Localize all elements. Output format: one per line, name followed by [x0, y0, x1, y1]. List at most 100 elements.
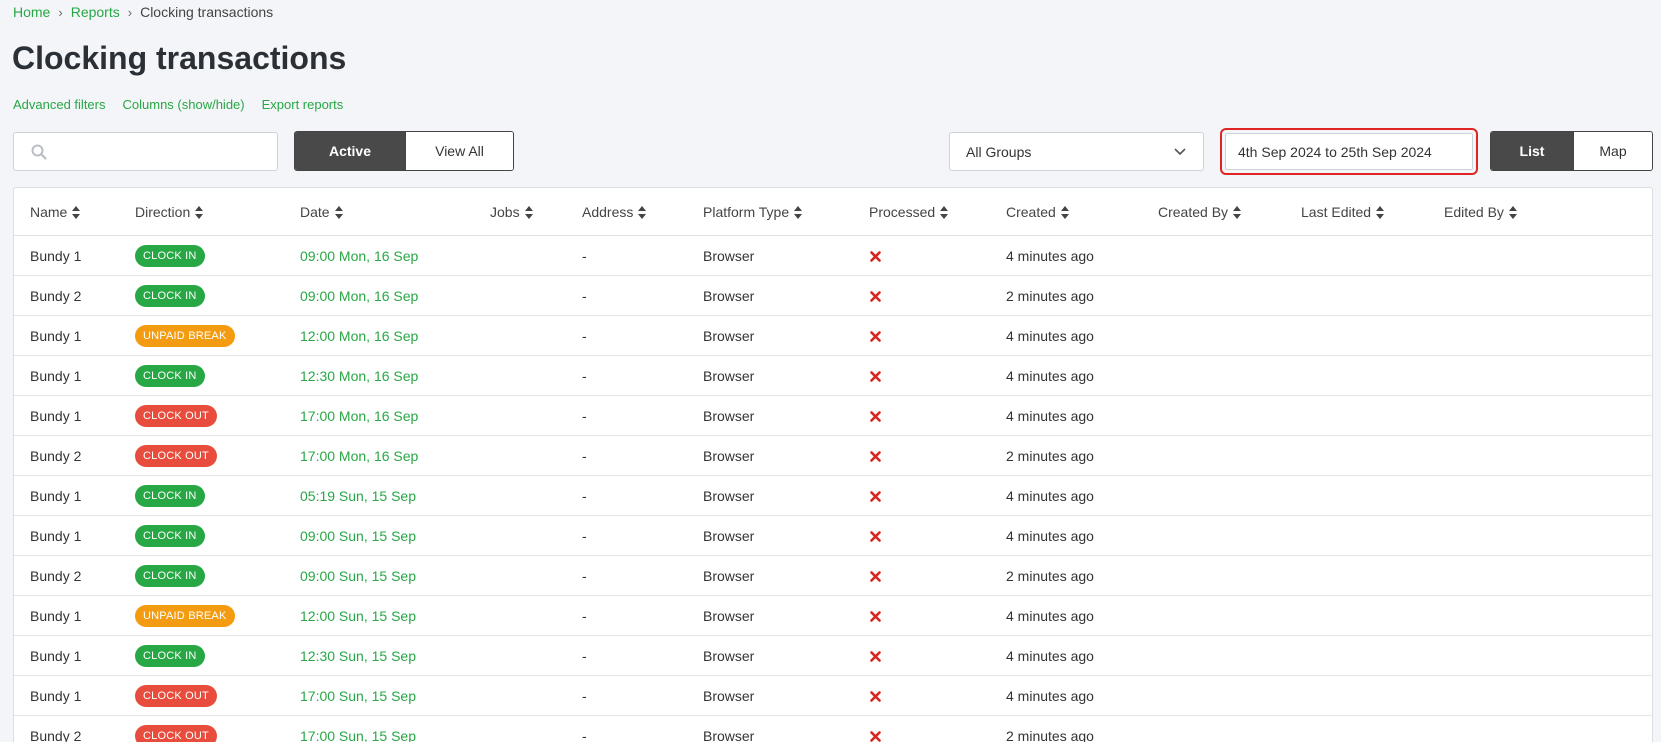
row-date-link[interactable]: 09:00 Mon, 16 Sep — [300, 236, 418, 276]
sort-icon — [334, 205, 343, 219]
breadcrumb-separator: › — [58, 4, 63, 20]
column-header-label: Address — [582, 204, 634, 220]
sort-icon — [1508, 205, 1517, 219]
row-date-link[interactable]: 12:00 Mon, 16 Sep — [300, 316, 418, 356]
table-row[interactable]: Bundy 2 CLOCK IN 09:00 Sun, 15 Sep - Browser… — [14, 556, 1652, 596]
advanced-filters-link[interactable]: Advanced filters — [13, 97, 106, 112]
column-header-last-edited[interactable]: Last Edited — [1301, 188, 1385, 236]
table-row[interactable]: Bundy 1 UNPAID BREAK 12:00 Sun, 15 Sep - Bro… — [14, 596, 1652, 636]
column-header-label: Name — [30, 204, 68, 220]
table-row[interactable]: Bundy 2 CLOCK OUT 17:00 Sun, 15 Sep - Browse… — [14, 716, 1652, 742]
row-address: - — [582, 648, 587, 664]
row-processed — [870, 556, 881, 596]
not-processed-icon — [870, 490, 881, 502]
column-header-direction[interactable]: Direction — [135, 188, 204, 236]
table-row[interactable]: Bundy 1 CLOCK IN 05:19 Sun, 15 Sep - Browser… — [14, 476, 1652, 516]
breadcrumb-reports-link[interactable]: Reports — [71, 4, 120, 20]
row-address: - — [582, 528, 587, 544]
not-processed-icon — [870, 570, 881, 582]
search-icon — [31, 144, 47, 160]
row-address: - — [582, 408, 587, 424]
list-view-button[interactable]: List — [1491, 132, 1573, 170]
breadcrumb-current: Clocking transactions — [140, 4, 274, 20]
table-row[interactable]: Bundy 1 CLOCK IN 12:30 Mon, 16 Sep - Browser… — [14, 356, 1652, 396]
table-row[interactable]: Bundy 1 CLOCK OUT 17:00 Mon, 16 Sep - Browse… — [14, 396, 1652, 436]
table-row[interactable]: Bundy 1 CLOCK OUT 17:00 Sun, 15 Sep - Browse… — [14, 676, 1652, 716]
date-range-input[interactable]: 4th Sep 2024 to 25th Sep 2024 — [1225, 133, 1473, 170]
sort-icon — [1060, 205, 1069, 219]
map-view-button[interactable]: Map — [1573, 132, 1652, 170]
row-date-link[interactable]: 09:00 Mon, 16 Sep — [300, 276, 418, 316]
column-header-address[interactable]: Address — [582, 188, 647, 236]
row-address: - — [582, 688, 587, 704]
row-name: Bundy 1 — [30, 528, 82, 544]
column-header-label: Last Edited — [1301, 204, 1372, 220]
not-processed-icon — [870, 250, 881, 262]
row-created: 4 minutes ago — [1006, 648, 1094, 664]
sort-icon — [638, 205, 647, 219]
row-processed — [870, 676, 881, 716]
column-header-platform-type[interactable]: Platform Type — [703, 188, 803, 236]
row-platform: Browser — [703, 288, 755, 304]
sort-icon — [794, 205, 803, 219]
search-input[interactable] — [13, 132, 278, 171]
direction-badge: CLOCK IN — [135, 365, 205, 387]
row-date-link[interactable]: 05:19 Sun, 15 Sep — [300, 476, 416, 516]
column-header-label: Platform Type — [703, 204, 790, 220]
row-date-link[interactable]: 09:00 Sun, 15 Sep — [300, 556, 416, 596]
direction-badge: CLOCK IN — [135, 525, 205, 547]
row-date-link[interactable]: 17:00 Mon, 16 Sep — [300, 396, 418, 436]
view-all-button[interactable]: View All — [405, 132, 513, 170]
not-processed-icon — [870, 370, 881, 382]
breadcrumb-home-link[interactable]: Home — [13, 4, 50, 20]
table-row[interactable]: Bundy 1 CLOCK IN 09:00 Sun, 15 Sep - Browser… — [14, 516, 1652, 556]
row-date-link[interactable]: 12:30 Mon, 16 Sep — [300, 356, 418, 396]
status-toggle: Active View All — [294, 131, 514, 171]
direction-badge: UNPAID BREAK — [135, 325, 235, 347]
row-processed — [870, 236, 881, 276]
columns-toggle-link[interactable]: Columns (show/hide) — [123, 97, 245, 112]
table-row[interactable]: Bundy 2 CLOCK OUT 17:00 Mon, 16 Sep - Browse… — [14, 436, 1652, 476]
row-address: - — [582, 608, 587, 624]
column-header-created[interactable]: Created — [1006, 188, 1069, 236]
view-toggle: List Map — [1490, 131, 1653, 171]
column-header-edited-by[interactable]: Edited By — [1444, 188, 1517, 236]
date-range-highlight: 4th Sep 2024 to 25th Sep 2024 — [1220, 128, 1478, 175]
column-header-name[interactable]: Name — [30, 188, 81, 236]
row-date-link[interactable]: 17:00 Sun, 15 Sep — [300, 716, 416, 742]
export-reports-link[interactable]: Export reports — [262, 97, 344, 112]
row-address: - — [582, 568, 587, 584]
row-created: 4 minutes ago — [1006, 328, 1094, 344]
row-direction: CLOCK IN — [135, 276, 205, 316]
groups-select[interactable]: All Groups — [949, 132, 1204, 171]
column-header-date[interactable]: Date — [300, 188, 343, 236]
row-direction: UNPAID BREAK — [135, 596, 235, 636]
row-direction: CLOCK IN — [135, 556, 205, 596]
not-processed-icon — [870, 690, 881, 702]
column-header-processed[interactable]: Processed — [869, 188, 949, 236]
breadcrumb-separator: › — [127, 4, 133, 20]
direction-badge: CLOCK OUT — [135, 725, 217, 742]
row-platform: Browser — [703, 688, 755, 704]
row-name: Bundy 1 — [30, 648, 82, 664]
row-processed — [870, 476, 881, 516]
row-date-link[interactable]: 12:30 Sun, 15 Sep — [300, 636, 416, 676]
table-row[interactable]: Bundy 1 UNPAID BREAK 12:00 Mon, 16 Sep - Bro… — [14, 316, 1652, 356]
table-row[interactable]: Bundy 1 CLOCK IN 09:00 Mon, 16 Sep - Browser… — [14, 236, 1652, 276]
row-date-link[interactable]: 12:00 Sun, 15 Sep — [300, 596, 416, 636]
row-date-link[interactable]: 17:00 Sun, 15 Sep — [300, 676, 416, 716]
table-row[interactable]: Bundy 2 CLOCK IN 09:00 Mon, 16 Sep - Browser… — [14, 276, 1652, 316]
row-processed — [870, 316, 881, 356]
column-header-jobs[interactable]: Jobs — [490, 188, 533, 236]
row-processed — [870, 436, 881, 476]
row-date-link[interactable]: 09:00 Sun, 15 Sep — [300, 516, 416, 556]
row-date-link[interactable]: 17:00 Mon, 16 Sep — [300, 436, 418, 476]
column-header-created-by[interactable]: Created By — [1158, 188, 1242, 236]
sort-icon — [72, 205, 81, 219]
row-created: 2 minutes ago — [1006, 448, 1094, 464]
row-direction: CLOCK IN — [135, 236, 205, 276]
active-button[interactable]: Active — [295, 132, 405, 170]
row-platform: Browser — [703, 328, 755, 344]
sort-icon — [1376, 205, 1385, 219]
table-row[interactable]: Bundy 1 CLOCK IN 12:30 Sun, 15 Sep - Browser… — [14, 636, 1652, 676]
